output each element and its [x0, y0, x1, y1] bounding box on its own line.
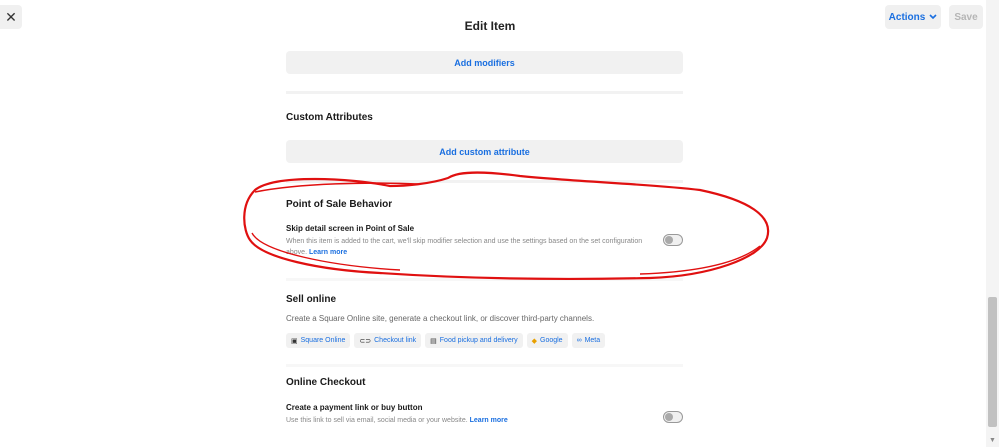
- add-modifiers-button[interactable]: Add modifiers: [286, 51, 683, 74]
- chip-square-online[interactable]: ▣ Square Online: [286, 333, 351, 348]
- scroll-down-arrow-icon[interactable]: ▼: [989, 437, 996, 444]
- section-divider: [286, 278, 683, 281]
- section-divider: [286, 364, 683, 367]
- actions-button[interactable]: Actions: [885, 5, 941, 29]
- section-divider: [286, 180, 683, 183]
- skip-detail-toggle[interactable]: [663, 234, 683, 246]
- online-checkout-title: Online Checkout: [286, 377, 366, 388]
- sell-online-description: Create a Square Online site, generate a …: [286, 314, 595, 323]
- add-custom-attribute-button[interactable]: Add custom attribute: [286, 140, 683, 163]
- toggle-knob: [665, 236, 673, 244]
- sell-online-title: Sell online: [286, 294, 337, 305]
- google-icon: ◆: [531, 337, 537, 345]
- page-title: Edit Item: [464, 19, 516, 33]
- receipt-icon: ▤: [430, 337, 437, 345]
- chevron-down-icon: [929, 14, 937, 20]
- scrollbar[interactable]: ▼: [986, 0, 999, 447]
- actions-label: Actions: [888, 11, 926, 23]
- scrollbar-thumb[interactable]: [988, 297, 997, 427]
- top-bar: ✕ Edit Item Actions Save: [0, 0, 999, 46]
- chip-checkout-link[interactable]: ⊂⊃ Checkout link: [354, 333, 422, 348]
- channel-chips: ▣ Square Online ⊂⊃ Checkout link ▤ Food …: [286, 333, 606, 348]
- payment-link-toggle[interactable]: [663, 411, 683, 423]
- pos-behavior-title: Point of Sale Behavior: [286, 199, 393, 210]
- payment-link-description: Use this link to sell via email, social …: [286, 417, 508, 424]
- square-online-icon: ▣: [291, 337, 298, 345]
- chip-meta[interactable]: ∞ Meta: [571, 333, 606, 348]
- pos-learn-more-link[interactable]: Learn more: [309, 249, 347, 256]
- meta-icon: ∞: [576, 337, 582, 344]
- custom-attributes-title: Custom Attributes: [286, 112, 373, 123]
- skip-detail-description: When this item is added to the cart, we'…: [286, 238, 643, 256]
- section-divider: [286, 91, 683, 94]
- skip-detail-label: Skip detail screen in Point of Sale: [286, 224, 415, 233]
- checkout-learn-more-link[interactable]: Learn more: [470, 417, 508, 424]
- payment-link-label: Create a payment link or buy button: [286, 403, 423, 412]
- toggle-knob: [665, 413, 673, 421]
- chip-food-pickup[interactable]: ▤ Food pickup and delivery: [425, 333, 523, 348]
- link-icon: ⊂⊃: [359, 337, 372, 345]
- save-button[interactable]: Save: [949, 5, 983, 29]
- chip-google[interactable]: ◆ Google: [526, 333, 568, 348]
